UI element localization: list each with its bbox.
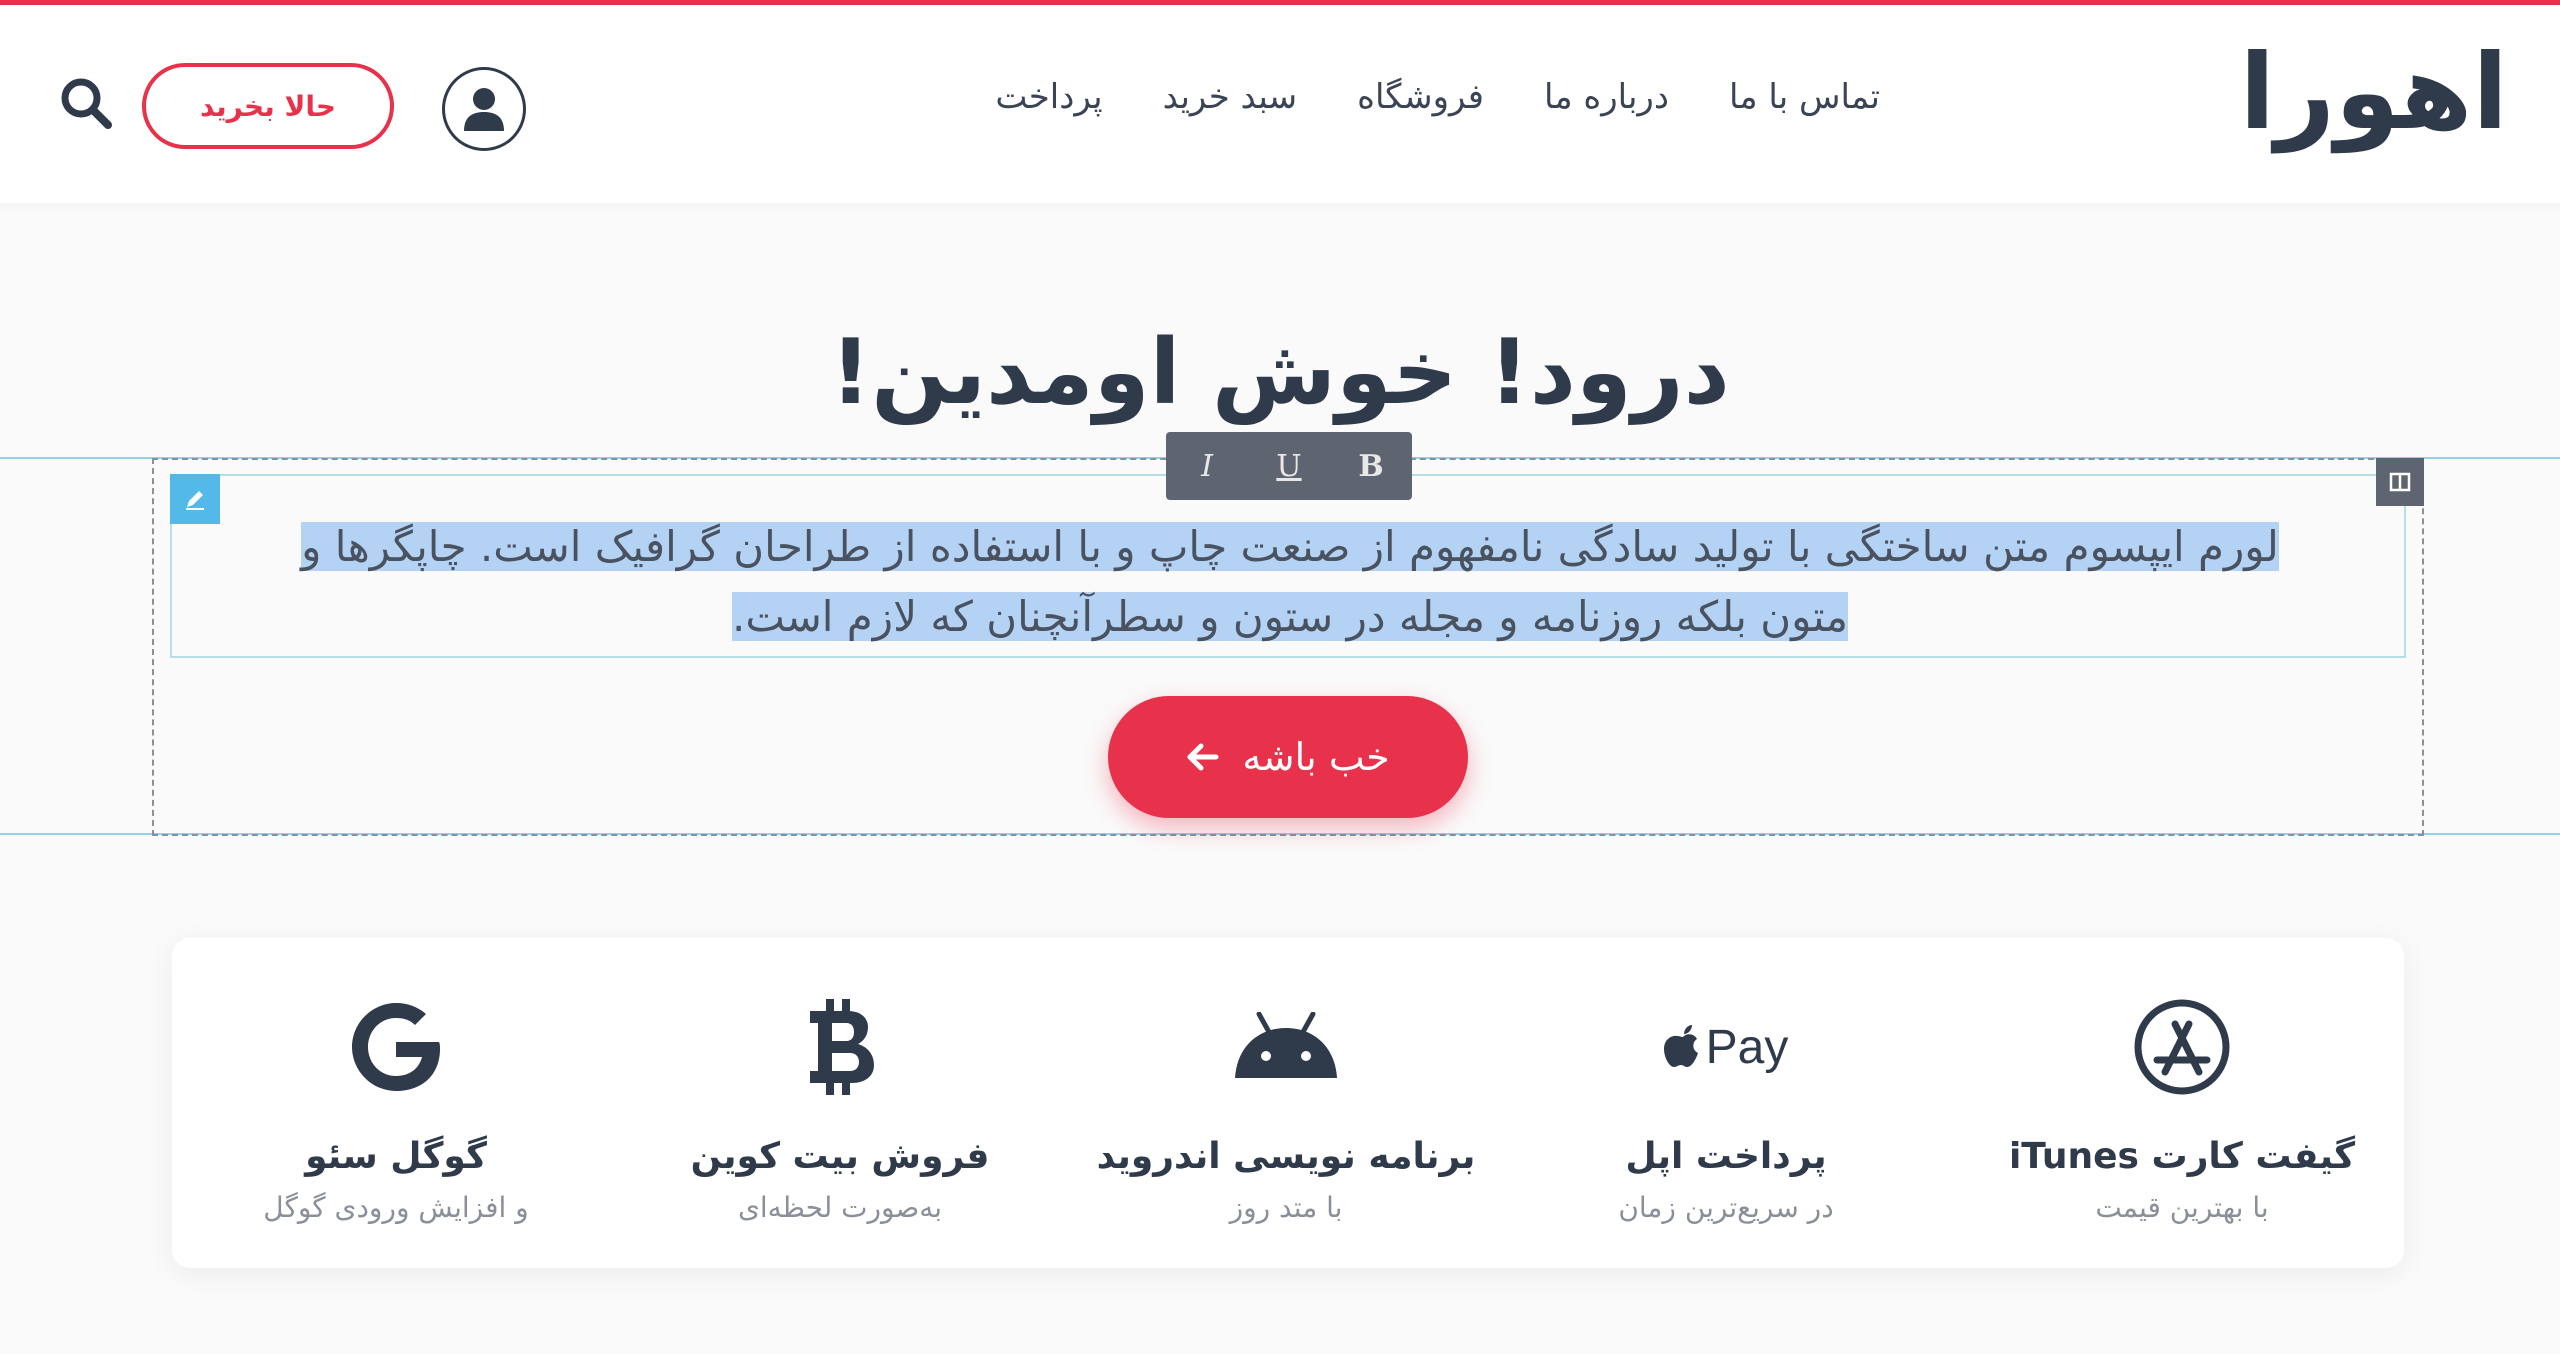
feature-apple-pay[interactable]: Pay پرداخت اپل در سریع‌ترین زمان [1516, 992, 1936, 1225]
search-button[interactable] [58, 75, 114, 131]
main-nav: پرداخت سبد خرید فروشگاه درباره ما تماس ب… [995, 77, 1880, 117]
apple-logo-icon [1663, 1025, 1698, 1067]
feature-bitcoin[interactable]: فروش بیت کوین به‌صورت لحظه‌ای [630, 992, 1050, 1224]
underline-button[interactable]: U [1259, 449, 1319, 484]
apple-pay-icon: Pay [1516, 992, 1936, 1102]
nav-item-contact[interactable]: تماس با ما [1729, 77, 1880, 117]
site-logo[interactable]: اهورا [2240, 35, 2510, 150]
user-account-button[interactable] [442, 67, 526, 151]
italic-button[interactable]: I [1177, 449, 1237, 484]
nav-item-cart[interactable]: سبد خرید [1163, 77, 1298, 117]
google-icon [352, 1003, 440, 1091]
nav-item-payment[interactable]: پرداخت [995, 77, 1102, 117]
edit-block-button[interactable] [170, 474, 220, 524]
apple-pay-text: Pay [1705, 1020, 1789, 1074]
feature-itunes[interactable]: گیفت کارت iTunes با بهترین قیمت [1972, 992, 2392, 1224]
bold-button[interactable]: B [1341, 449, 1401, 484]
feature-title: گوگل سئو [305, 1136, 487, 1177]
feature-title: فروش بیت کوین [690, 1136, 990, 1177]
features-card: گیفت کارت iTunes با بهترین قیمت Pay پردا… [172, 938, 2404, 1268]
arrow-left-icon [1187, 743, 1219, 771]
section-layout-button[interactable] [2376, 458, 2424, 506]
hero-paragraph-line1[interactable]: لورم ایپسوم متن ساختگی با تولید سادگی نا… [301, 522, 2279, 571]
site-header: اهورا پرداخت سبد خرید فروشگاه درباره ما … [0, 5, 2560, 203]
hero-paragraph[interactable]: لورم ایپسوم متن ساختگی با تولید سادگی نا… [190, 512, 2390, 652]
nav-item-shop[interactable]: فروشگاه [1357, 77, 1484, 117]
feature-subtitle: و افزایش ورودی گوگل [263, 1191, 529, 1224]
search-icon [61, 78, 112, 129]
text-format-toolbar: I U B [1166, 432, 1412, 500]
cta-ok-button[interactable]: خب باشه [1108, 696, 1468, 818]
nav-item-about[interactable]: درباره ما [1544, 77, 1669, 117]
app-store-icon [2134, 999, 2230, 1095]
feature-title: برنامه نویسی اندروید [1096, 1136, 1476, 1177]
user-icon [464, 88, 504, 131]
feature-android[interactable]: برنامه نویسی اندروید با متد روز [1076, 992, 1496, 1224]
android-icon [1235, 1012, 1337, 1078]
buy-now-button[interactable]: حالا بخرید [142, 63, 394, 149]
feature-subtitle: در سریع‌ترین زمان [1618, 1191, 1834, 1224]
cta-label: خب باشه [1242, 735, 1390, 779]
feature-google[interactable]: گوگل سئو و افزایش ورودی گوگل [186, 992, 606, 1224]
layout-columns-icon [2389, 472, 2411, 492]
pencil-icon [186, 491, 204, 510]
bitcoin-icon [810, 999, 874, 1095]
feature-title: پرداخت اپل [1625, 1136, 1827, 1177]
feature-subtitle: به‌صورت لحظه‌ای [737, 1191, 943, 1224]
hero-paragraph-line2[interactable]: متون بلکه روزنامه و مجله در ستون و سطرآن… [731, 592, 1848, 641]
hero-title: درود! خوش اومدین! [830, 320, 1730, 425]
feature-title: گیفت کارت iTunes [2008, 1136, 2356, 1177]
feature-subtitle: با بهترین قیمت [2095, 1191, 2269, 1224]
feature-subtitle: با متد روز [1229, 1191, 1343, 1224]
